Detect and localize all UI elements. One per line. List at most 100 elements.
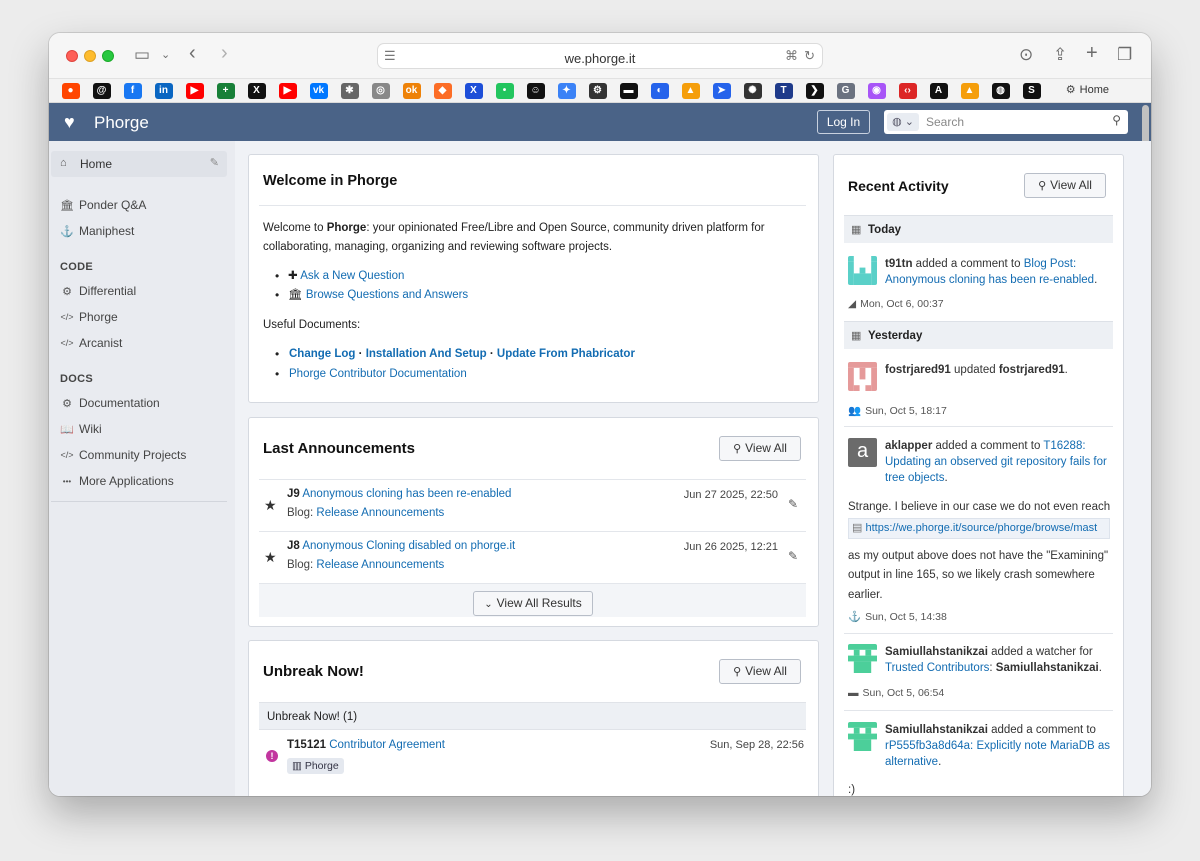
chevron-icon[interactable]: ❯ [805, 82, 824, 99]
site-title[interactable]: Phorge [94, 113, 149, 133]
announcement-row[interactable]: ★ J8 Anonymous Cloning disabled on phorg… [259, 531, 806, 583]
search-box[interactable]: ◍ ⌄ Search ⚲ [884, 110, 1128, 134]
close-window-button[interactable] [66, 50, 78, 62]
ask-question-link[interactable]: ✚ Ask a New Question [288, 267, 404, 286]
gitlab-icon[interactable]: ◆ [433, 82, 452, 99]
t-icon[interactable]: T [774, 82, 793, 99]
commit-link[interactable]: rP555fb3a8d64a: Explicitly note MariaDB … [885, 740, 1110, 768]
avatar[interactable] [848, 722, 877, 751]
back-icon[interactable]: ‹ [189, 42, 196, 64]
blog-link[interactable]: Release Announcements [316, 507, 444, 519]
chevron-down-icon[interactable]: ⌄ [161, 44, 170, 66]
update-from-phabricator-link[interactable]: Update From Phabricator [497, 348, 635, 360]
x-blue-icon[interactable]: X [464, 82, 483, 99]
x-icon[interactable]: X [247, 82, 266, 99]
url-link[interactable]: ▤ https://we.phorge.it/source/phorge/bro… [848, 517, 1110, 539]
sheets-icon[interactable]: + [216, 82, 235, 99]
translate-icon[interactable]: ⌘ [785, 48, 798, 64]
minimize-window-button[interactable] [84, 50, 96, 62]
change-log-link[interactable]: Change Log [289, 348, 355, 360]
circle-app-icon[interactable]: ◐ [650, 82, 669, 99]
sidebar-item-phorge[interactable]: </> Phorge [60, 310, 117, 324]
avatar[interactable] [848, 256, 877, 285]
user-link[interactable]: aklapper [885, 440, 932, 452]
sidebar-item-ponder[interactable]: 🏛 Ponder Q&A [60, 198, 146, 212]
browse-questions-link[interactable]: 🏛 Browse Questions and Answers [288, 286, 468, 305]
reload-icon[interactable]: ↻ [804, 48, 815, 64]
address-bar[interactable]: ☰ we.phorge.it ⌘ ↻ [377, 43, 823, 69]
download-icon[interactable]: ⊙ [1019, 44, 1033, 66]
vk-icon[interactable]: vk [309, 82, 328, 99]
threads-icon[interactable]: @ [92, 82, 111, 99]
openai-icon[interactable]: ✺ [743, 82, 762, 99]
dark-app-icon[interactable]: ▬ [619, 82, 638, 99]
bookmark-home[interactable]: ⚙ Home [1066, 83, 1109, 96]
announcement-row[interactable]: ★ J9 Anonymous cloning has been re-enabl… [259, 479, 806, 531]
avatar[interactable]: a [848, 438, 877, 467]
contributor-docs-link[interactable]: Phorge Contributor Documentation [289, 365, 467, 384]
sidebar-item-differential[interactable]: ⚙ Differential [60, 284, 136, 298]
user-link[interactable]: t91tn [885, 258, 912, 270]
user-link[interactable]: fostrjared91 [885, 364, 951, 376]
user-link[interactable]: Samiullahstanikzai [885, 646, 988, 658]
edit-pencil-icon[interactable]: ✎ [788, 549, 798, 563]
sidebar-item-wiki[interactable]: 📖 Wiki [60, 422, 102, 436]
ok-icon[interactable]: ok [402, 82, 421, 99]
activity-view-all-button[interactable]: ⚲ View All [1024, 173, 1106, 198]
gemini-icon[interactable]: ✦ [557, 82, 576, 99]
avatar[interactable] [848, 644, 877, 673]
sidebar-item-more-applications[interactable]: ••• More Applications [60, 474, 174, 488]
code-icon[interactable]: ‹› [898, 82, 917, 99]
announcement-title[interactable]: J8 Anonymous Cloning disabled on phorge.… [287, 540, 515, 552]
compass-icon[interactable]: ◎ [371, 82, 390, 99]
github-icon[interactable]: ◍ [991, 82, 1010, 99]
dot-icon[interactable]: • [495, 82, 514, 99]
search-input[interactable]: Search [926, 115, 964, 129]
sidebar-item-arcanist[interactable]: </> Arcanist [60, 336, 122, 350]
s-icon[interactable]: S [1022, 82, 1041, 99]
project-tag[interactable]: ▥ Phorge [287, 758, 344, 774]
new-tab-icon[interactable]: + [1086, 42, 1098, 64]
unbreak-view-all-button[interactable]: ⚲ View All [719, 659, 801, 684]
share-icon[interactable]: ⇪ [1053, 44, 1067, 66]
view-all-results-button[interactable]: ⌄ View All Results [473, 591, 593, 616]
facebook-icon[interactable]: f [123, 82, 142, 99]
search-icon[interactable]: ⚲ [1112, 113, 1121, 127]
reddit-icon[interactable]: ● [61, 82, 80, 99]
edit-pencil-icon[interactable]: ✎ [788, 497, 798, 511]
gear-icon[interactable]: ⚙ [588, 82, 607, 99]
tab-overview-icon[interactable]: ❐ [1117, 44, 1132, 66]
project-link[interactable]: Trusted Contributors [885, 662, 989, 674]
blog-link[interactable]: Release Announcements [316, 559, 444, 571]
sidebar-toggle-icon[interactable]: ▭ [134, 44, 150, 66]
ai-icon[interactable]: A [929, 82, 948, 99]
sidebar-item-community-projects[interactable]: </> Community Projects [60, 448, 186, 462]
sidebar-item-documentation[interactable]: ⚙ Documentation [60, 396, 160, 410]
linkedin-icon[interactable]: in [154, 82, 173, 99]
edit-pencil-icon[interactable]: ✎ [210, 156, 219, 169]
forward-icon[interactable]: › [221, 42, 228, 64]
smiley-icon[interactable]: ☺ [526, 82, 545, 99]
login-button[interactable]: Log In [817, 110, 870, 134]
user-link[interactable]: fostrjared91 [999, 364, 1065, 376]
youtube-icon[interactable]: ▶ [278, 82, 297, 99]
g-icon[interactable]: G [836, 82, 855, 99]
analytics-icon[interactable]: ▲ [960, 82, 979, 99]
announcements-view-all-button[interactable]: ⚲ View All [719, 436, 801, 461]
rocket-icon[interactable]: ➤ [712, 82, 731, 99]
avatar[interactable] [848, 362, 877, 391]
user-link[interactable]: Samiullahstanikzai [996, 662, 1099, 674]
task-title[interactable]: T15121 Contributor Agreement [287, 736, 445, 755]
sidebar-item-maniphest[interactable]: ⚓ Maniphest [60, 224, 134, 238]
installation-link[interactable]: Installation And Setup [366, 348, 487, 360]
sidebar-item-home[interactable]: ⌂ Home ✎ [51, 151, 227, 177]
announcement-title[interactable]: J9 Anonymous cloning has been re-enabled [287, 488, 511, 500]
analytics-icon[interactable]: ▲ [681, 82, 700, 99]
search-scope-globe-icon[interactable]: ◍ ⌄ [887, 113, 919, 131]
settings-icon[interactable]: ✱ [340, 82, 359, 99]
heart-logo-icon[interactable]: ♥ [64, 112, 75, 133]
user-link[interactable]: Samiullahstanikzai [885, 724, 988, 736]
zoom-window-button[interactable] [102, 50, 114, 62]
youtube-icon[interactable]: ▶ [185, 82, 204, 99]
podcast-icon[interactable]: ◉ [867, 82, 886, 99]
